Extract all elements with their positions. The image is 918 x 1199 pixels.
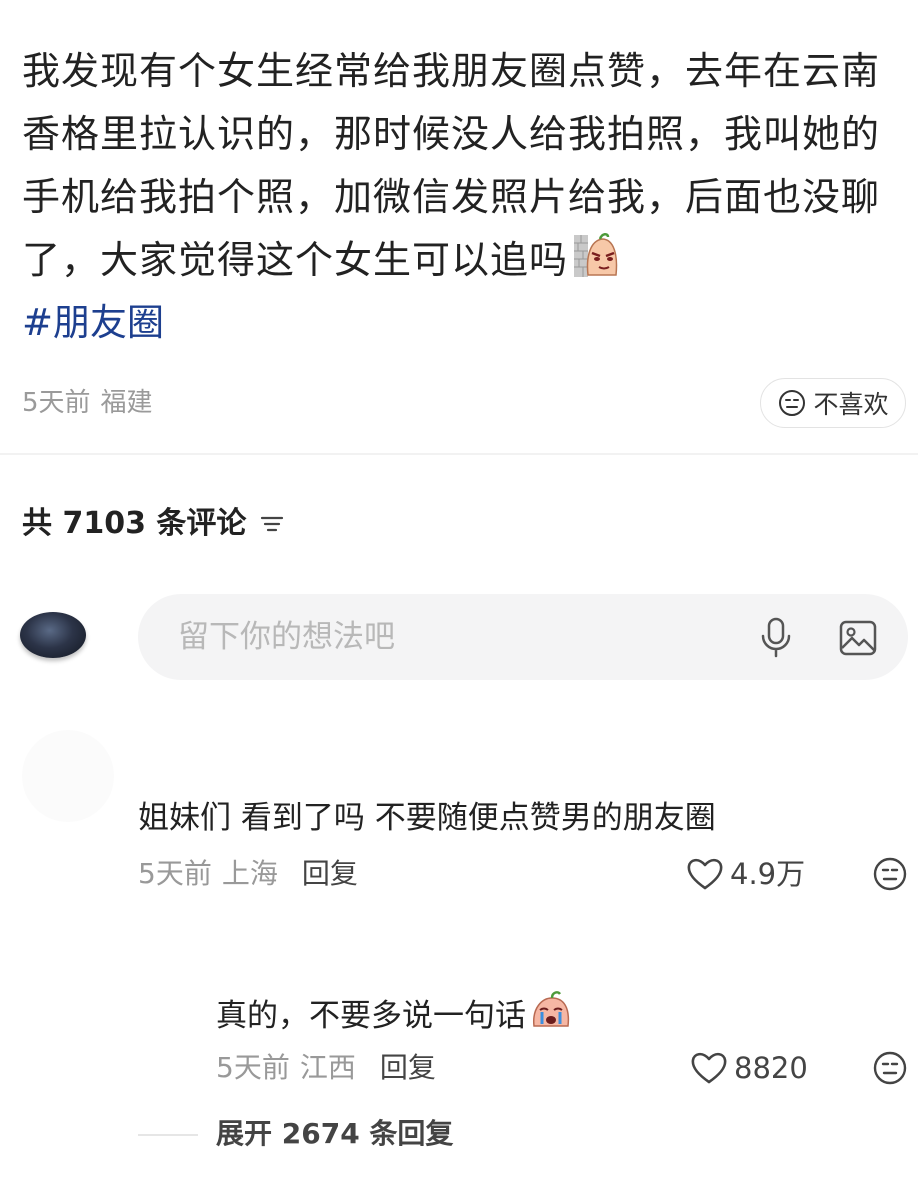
heart-icon [687,858,723,890]
microphone-icon[interactable] [758,616,794,658]
crying-peach-emoji-icon [530,990,572,1042]
reply-location: 江西 [299,1051,356,1084]
section-divider [0,453,918,455]
post-text: 我发现有个女生经常给我朋友圈点赞，去年在云南香格里拉认识的，那时候没人给我拍照，… [22,49,881,282]
meh-face-icon [779,390,806,416]
comment-time: 5天前 [138,857,212,890]
meh-face-icon[interactable] [872,1050,908,1086]
reply-time: 5天前 [216,1051,290,1084]
hashtag-link[interactable]: #朋友圈 [22,298,164,348]
heart-icon [691,1052,727,1084]
commenter-avatar[interactable] [22,730,114,822]
reply-content: 真的，不要多说一句话 [216,990,572,1042]
comment-like-button[interactable]: 4.9万 [686,856,805,892]
comment-text: 姐妹们 看到了吗 不要随便点赞男的朋友圈 [138,800,716,836]
meh-face-icon[interactable] [872,856,908,892]
image-icon[interactable] [838,618,878,658]
dislike-label: 不喜欢 [813,390,889,419]
sort-icon[interactable] [258,510,286,538]
comment-location: 上海 [221,857,278,890]
comment-input-placeholder: 留下你的想法吧 [178,619,395,655]
like-count: 4.9万 [730,857,806,891]
comment-input[interactable]: 留下你的想法吧 [138,594,908,680]
comment-meta: 5天前 上海 回复 [138,856,358,892]
post-meta: 5天前 福建 [22,386,153,420]
expand-divider [138,1134,198,1136]
post-content: 我发现有个女生经常给我朋友圈点赞，去年在云南香格里拉认识的，那时候没人给我拍照，… [22,40,902,298]
dislike-button[interactable]: 不喜欢 [760,378,906,428]
reply-meta: 5天前 江西 回复 [216,1050,436,1086]
post-detail-page: 我发现有个女生经常给我朋友圈点赞，去年在云南香格里拉认识的，那时候没人给我拍照，… [0,0,918,1199]
comments-header: 共 7103 条评论 [22,504,286,544]
post-location: 福建 [100,388,153,418]
reply-text: 真的，不要多说一句话 [216,998,526,1034]
expand-replies-button[interactable]: 展开 2674 条回复 [216,1116,453,1152]
current-user-avatar[interactable] [20,612,86,658]
reply-button[interactable]: 回复 [302,857,358,890]
comment-count: 共 7103 条评论 [22,506,247,541]
post-time: 5天前 [22,388,91,418]
like-count: 8820 [734,1051,808,1085]
reply-button[interactable]: 回复 [380,1051,436,1084]
reply-like-button[interactable]: 8820 [690,1050,808,1086]
peeking-peach-emoji-icon [572,231,620,298]
